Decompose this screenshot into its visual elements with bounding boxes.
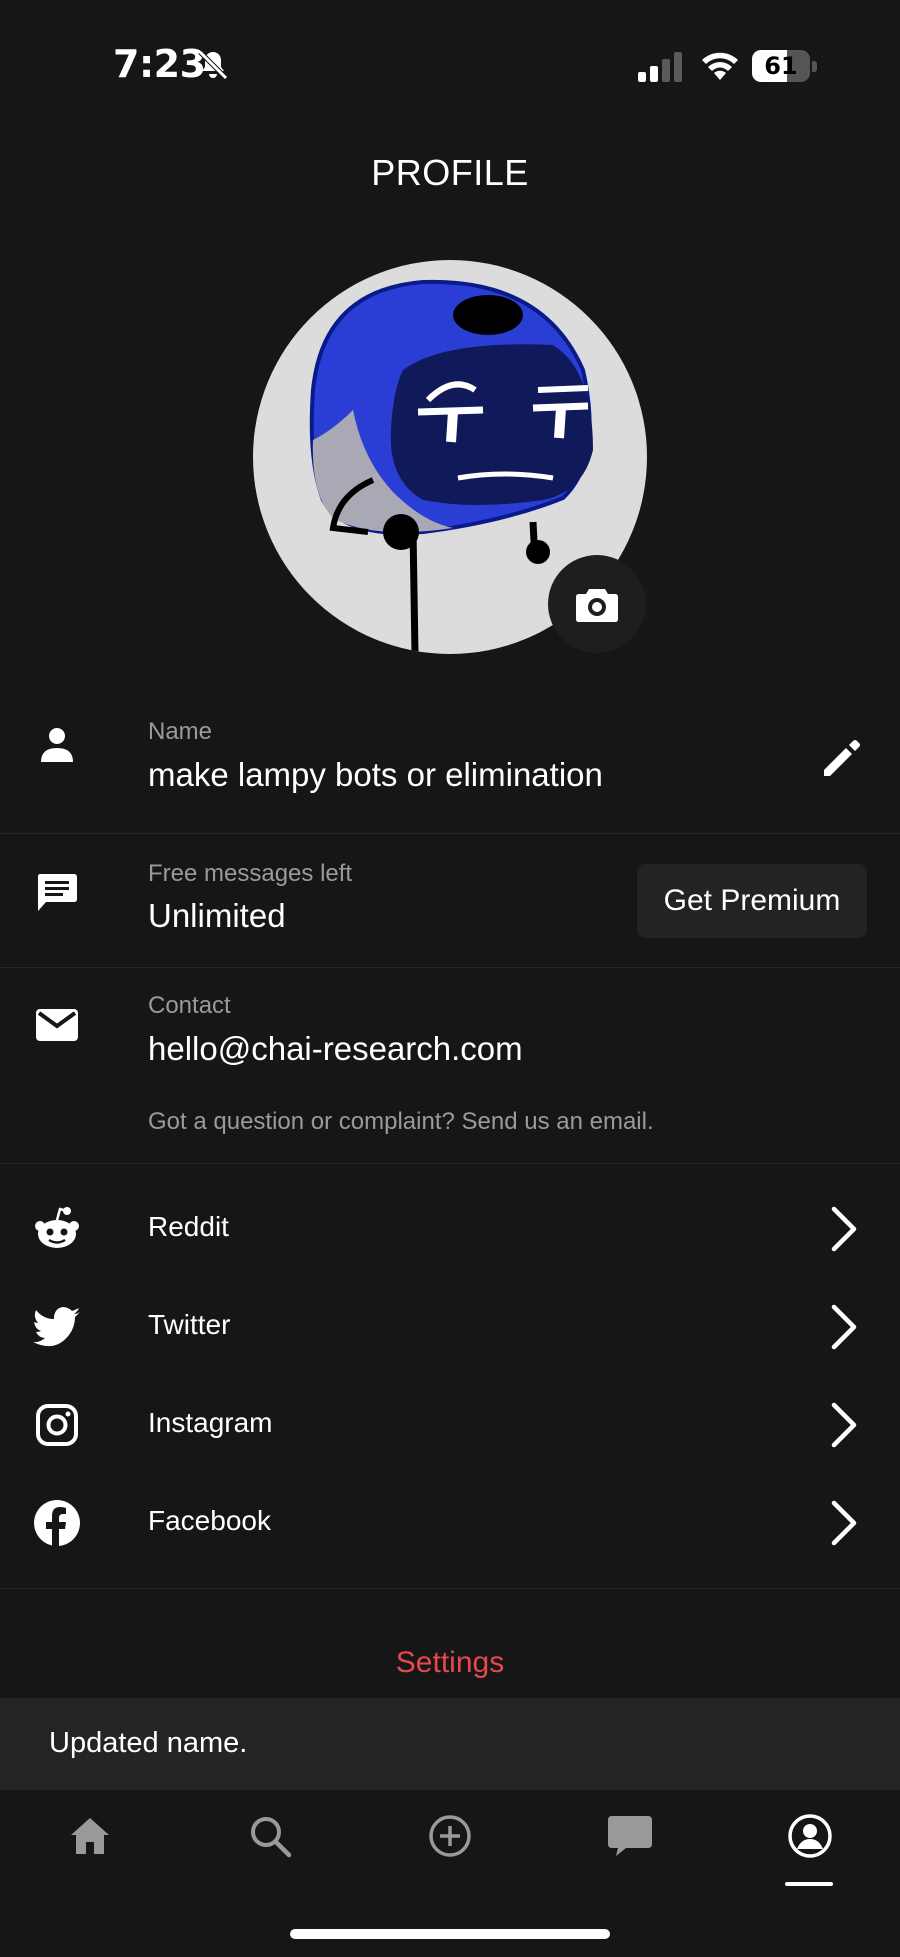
wifi-icon bbox=[702, 52, 738, 80]
divider bbox=[0, 833, 900, 834]
chevron-right-icon bbox=[831, 1402, 857, 1448]
person-icon bbox=[32, 720, 82, 770]
silent-bell-icon bbox=[198, 50, 228, 80]
divider bbox=[0, 1588, 900, 1589]
message-icon bbox=[32, 867, 82, 917]
cellular-signal-icon bbox=[638, 52, 682, 82]
tab-home[interactable] bbox=[58, 1808, 122, 1864]
reddit-icon bbox=[32, 1204, 82, 1254]
chevron-right-icon bbox=[831, 1500, 857, 1546]
home-indicator[interactable] bbox=[290, 1929, 610, 1939]
messages-label: Free messages left bbox=[148, 860, 353, 887]
contact-email-link[interactable]: hello@chai-research.com bbox=[148, 1030, 523, 1068]
social-label: Reddit bbox=[148, 1211, 229, 1242]
edit-name-button[interactable] bbox=[820, 736, 864, 780]
pencil-icon bbox=[824, 740, 860, 776]
toast-message: Updated name. bbox=[49, 1727, 248, 1759]
social-label: Instagram bbox=[148, 1407, 273, 1438]
page-title: PROFILE bbox=[371, 152, 529, 193]
battery-level: 61 bbox=[764, 52, 798, 80]
camera-icon bbox=[576, 589, 618, 622]
divider bbox=[0, 967, 900, 968]
twitter-icon bbox=[32, 1302, 82, 1352]
divider bbox=[0, 1163, 900, 1164]
social-row-twitter[interactable]: Twitter bbox=[0, 1296, 900, 1358]
chevron-right-icon bbox=[831, 1206, 857, 1252]
tab-search[interactable] bbox=[238, 1808, 302, 1864]
social-row-instagram[interactable]: Instagram bbox=[0, 1394, 900, 1456]
change-photo-button[interactable] bbox=[548, 555, 646, 653]
tab-chats[interactable] bbox=[598, 1808, 662, 1864]
tab-create[interactable] bbox=[418, 1808, 482, 1864]
active-tab-indicator bbox=[785, 1882, 833, 1886]
status-time: 7:23 bbox=[113, 42, 206, 86]
profile-icon bbox=[788, 1814, 832, 1858]
social-row-reddit[interactable]: Reddit bbox=[0, 1198, 900, 1260]
get-premium-button[interactable]: Get Premium bbox=[637, 864, 867, 938]
battery-indicator: 61 bbox=[752, 50, 818, 82]
tab-profile[interactable] bbox=[778, 1808, 842, 1864]
social-label: Facebook bbox=[148, 1505, 271, 1536]
add-circle-icon bbox=[429, 1815, 471, 1857]
social-row-facebook[interactable]: Facebook bbox=[0, 1492, 900, 1554]
facebook-icon bbox=[32, 1498, 82, 1548]
search-icon bbox=[251, 1817, 292, 1858]
name-value: make lampy bots or elimination bbox=[148, 756, 603, 793]
settings-link[interactable]: Settings bbox=[0, 1646, 900, 1680]
name-label: Name bbox=[148, 718, 213, 745]
chevron-right-icon bbox=[831, 1304, 857, 1350]
contact-hint: Got a question or complaint? Send us an … bbox=[148, 1108, 654, 1135]
mail-icon bbox=[32, 1000, 82, 1050]
chat-icon bbox=[608, 1816, 652, 1856]
home-icon bbox=[71, 1818, 109, 1854]
instagram-icon bbox=[32, 1400, 82, 1450]
social-label: Twitter bbox=[148, 1309, 231, 1340]
messages-value: Unlimited bbox=[148, 897, 286, 934]
contact-label: Contact bbox=[148, 992, 231, 1019]
